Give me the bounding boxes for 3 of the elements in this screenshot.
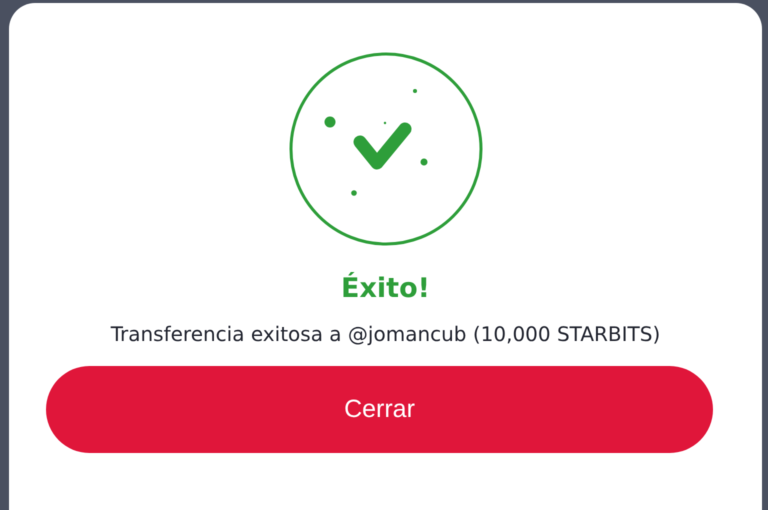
dialog-title: Éxito! <box>341 273 430 304</box>
dialog-message: Transferencia exitosa a @jomancub (10,000 STARBITS) <box>110 322 660 346</box>
close-button[interactable]: Cerrar <box>46 366 713 453</box>
